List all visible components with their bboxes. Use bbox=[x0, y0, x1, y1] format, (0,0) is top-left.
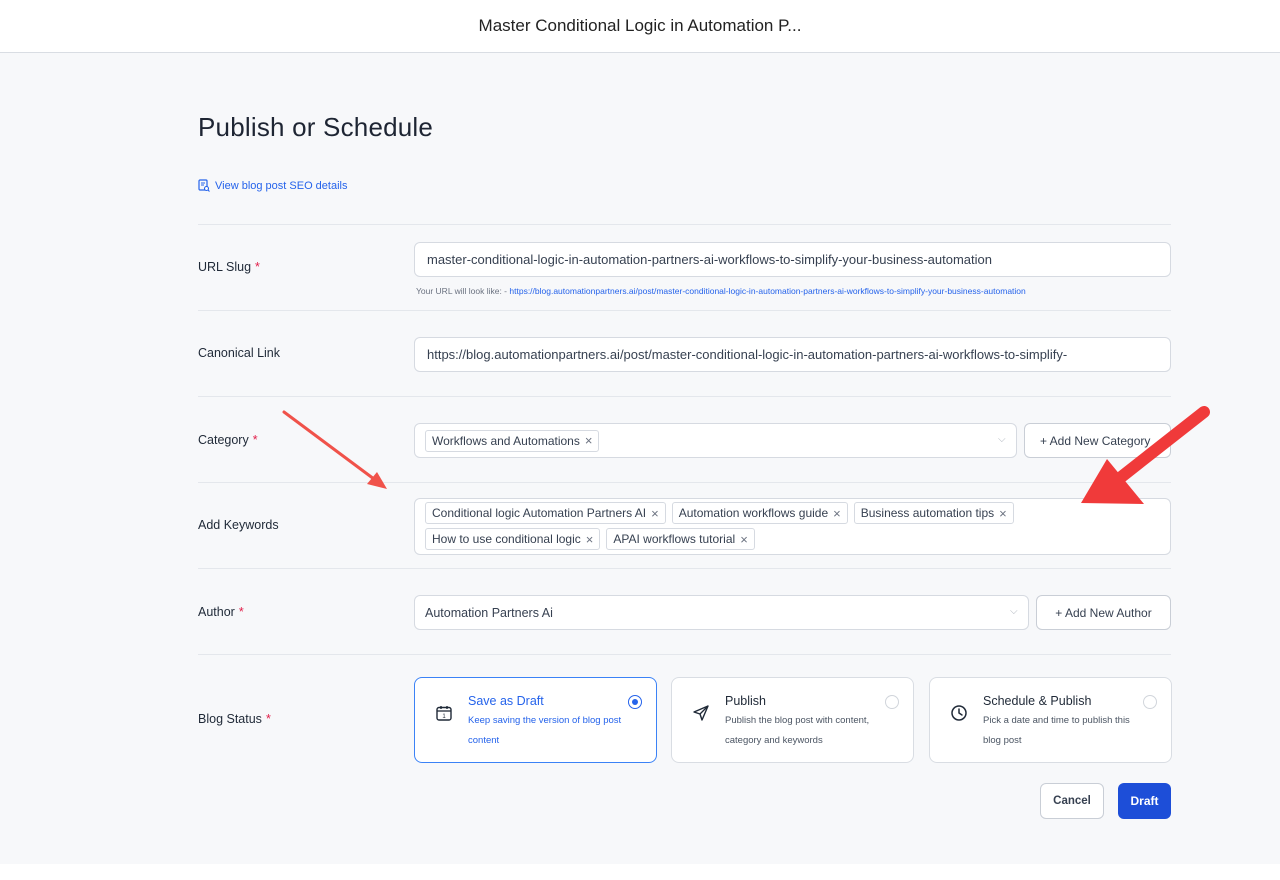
seo-link-label: View blog post SEO details bbox=[215, 179, 348, 192]
chevron-down-icon[interactable]: ⌵ bbox=[1010, 606, 1018, 617]
status-option-title: Schedule & Publish bbox=[983, 694, 1092, 708]
url-slug-label-text: URL Slug bbox=[198, 260, 252, 274]
status-option-title: Publish bbox=[725, 694, 766, 708]
category-tag-label: Workflows and Automations bbox=[432, 433, 580, 448]
url-slug-label: URL Slug * bbox=[198, 260, 260, 274]
keyword-tag-label: Business automation tips bbox=[860, 506, 995, 520]
url-preview-hint: Your URL will look like: - https://blog.… bbox=[416, 286, 1166, 297]
keyword-tag-label: Automation workflows guide bbox=[678, 506, 829, 520]
author-select[interactable]: Automation Partners Ai bbox=[414, 595, 1029, 630]
author-label: Author * bbox=[198, 605, 244, 619]
divider bbox=[198, 224, 1171, 225]
remove-tag-icon[interactable]: × bbox=[586, 532, 594, 547]
status-option-schedule-publish[interactable]: Schedule & Publish Pick a date and time … bbox=[929, 677, 1172, 763]
url-slug-input[interactable]: master-conditional-logic-in-automation-p… bbox=[414, 242, 1171, 277]
status-option-save-draft[interactable]: 1 Save as Draft Keep saving the version … bbox=[414, 677, 657, 763]
status-option-title: Save as Draft bbox=[468, 694, 544, 708]
clock-icon bbox=[951, 705, 967, 721]
remove-tag-icon[interactable]: × bbox=[585, 433, 593, 448]
url-preview-link[interactable]: https://blog.automationpartners.ai/post/… bbox=[509, 286, 1025, 296]
canonical-link-input[interactable]: https://blog.automationpartners.ai/post/… bbox=[414, 337, 1171, 372]
canonical-link-label: Canonical Link bbox=[198, 346, 280, 360]
keywords-input[interactable]: Conditional logic Automation Partners AI… bbox=[414, 498, 1171, 555]
status-option-description: Keep saving the version of blog post con… bbox=[468, 715, 622, 746]
add-new-author-button[interactable]: + Add New Author bbox=[1036, 595, 1171, 630]
draft-button[interactable]: Draft bbox=[1118, 783, 1171, 819]
status-option-description: Pick a date and time to publish this blo… bbox=[983, 715, 1130, 746]
radio-button[interactable] bbox=[885, 695, 899, 709]
category-tag: Workflows and Automations × bbox=[425, 429, 600, 452]
divider bbox=[198, 654, 1171, 655]
svg-text:1: 1 bbox=[442, 714, 446, 720]
window-title-bar: Master Conditional Logic in Automation P… bbox=[0, 0, 1280, 53]
blog-status-label: Blog Status * bbox=[198, 712, 271, 726]
remove-tag-icon[interactable]: × bbox=[833, 506, 841, 521]
cancel-button[interactable]: Cancel bbox=[1040, 783, 1104, 819]
remove-tag-icon[interactable]: × bbox=[740, 532, 748, 547]
keyword-tag: Conditional logic Automation Partners AI… bbox=[425, 502, 666, 524]
category-label: Category * bbox=[198, 433, 258, 447]
page-title: Publish or Schedule bbox=[198, 112, 434, 142]
document-search-icon bbox=[198, 179, 210, 192]
required-marker: * bbox=[255, 260, 260, 274]
keywords-tag-list: Conditional logic Automation Partners AI… bbox=[425, 502, 1085, 550]
divider bbox=[198, 568, 1171, 569]
remove-tag-icon[interactable]: × bbox=[999, 506, 1007, 521]
status-option-description: Publish the blog post with content, cate… bbox=[725, 715, 870, 746]
url-slug-value: master-conditional-logic-in-automation-p… bbox=[427, 252, 992, 267]
keywords-label: Add Keywords bbox=[198, 518, 279, 532]
divider bbox=[198, 396, 1171, 397]
category-select[interactable]: Workflows and Automations × bbox=[414, 423, 1017, 458]
keyword-tag-label: APAI workflows tutorial bbox=[613, 532, 736, 546]
chevron-down-icon[interactable]: ⌵ bbox=[998, 434, 1006, 445]
radio-button[interactable] bbox=[1143, 695, 1157, 709]
keyword-tag: Automation workflows guide × bbox=[671, 502, 848, 524]
send-icon bbox=[693, 705, 709, 721]
required-marker: * bbox=[265, 712, 271, 726]
remove-tag-icon[interactable]: × bbox=[651, 506, 659, 521]
keyword-tag: How to use conditional logic × bbox=[425, 528, 601, 550]
required-marker: * bbox=[252, 433, 258, 447]
keyword-tag: APAI workflows tutorial × bbox=[606, 528, 755, 550]
radio-button[interactable] bbox=[628, 695, 642, 709]
author-value: Automation Partners Ai bbox=[425, 605, 553, 620]
divider bbox=[198, 482, 1171, 483]
seo-details-link[interactable]: View blog post SEO details bbox=[198, 179, 347, 192]
url-preview-prefix: Your URL will look like: - bbox=[416, 286, 510, 296]
keyword-tag: Business automation tips × bbox=[853, 502, 1014, 524]
keyword-tag-label: How to use conditional logic bbox=[432, 532, 581, 546]
canonical-link-value: https://blog.automationpartners.ai/post/… bbox=[427, 347, 1068, 362]
author-label-text: Author bbox=[198, 605, 235, 619]
keyword-tag-label: Conditional logic Automation Partners AI bbox=[432, 506, 647, 520]
status-option-publish[interactable]: Publish Publish the blog post with conte… bbox=[671, 677, 914, 763]
add-new-category-button[interactable]: + Add New Category bbox=[1024, 423, 1171, 458]
window-title: Master Conditional Logic in Automation P… bbox=[478, 16, 802, 35]
category-label-text: Category bbox=[198, 433, 249, 447]
divider bbox=[198, 310, 1171, 311]
required-marker: * bbox=[238, 605, 244, 619]
blog-status-label-text: Blog Status bbox=[198, 712, 262, 726]
calendar-icon: 1 bbox=[436, 706, 452, 721]
